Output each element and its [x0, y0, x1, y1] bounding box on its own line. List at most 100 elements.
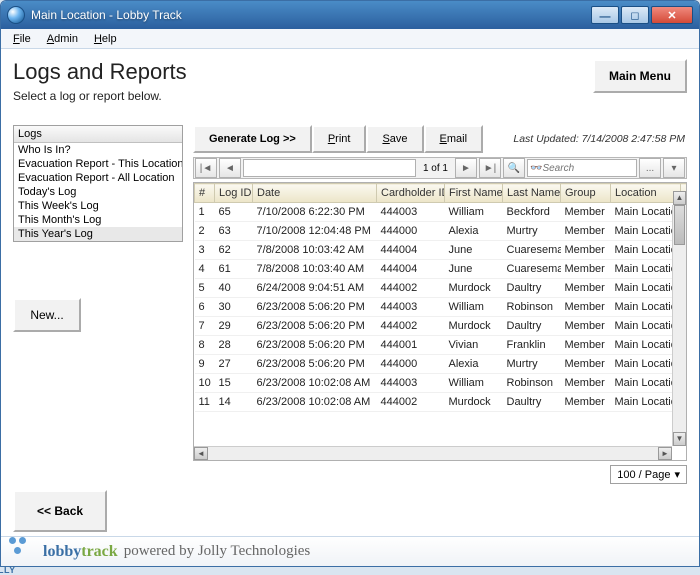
- print-button[interactable]: Print: [312, 125, 367, 153]
- table-cell: Main Location: [611, 203, 681, 222]
- window-title: Main Location - Lobby Track: [31, 8, 591, 22]
- table-row[interactable]: 1657/10/2008 6:22:30 PM444003WilliamBeck…: [195, 203, 688, 222]
- table-cell: 3: [195, 241, 215, 260]
- table-cell: 8: [195, 336, 215, 355]
- table-cell: 65: [215, 203, 253, 222]
- prev-page-button[interactable]: ◄: [219, 158, 241, 178]
- action-toolbar: Generate Log >> Print Save Email Last Up…: [193, 125, 687, 153]
- table-row[interactable]: 7296/23/2008 5:06:20 PM444002MurdockDaul…: [195, 317, 688, 336]
- content-area: Logs and Reports Select a log or report …: [1, 49, 699, 536]
- sidebar-item[interactable]: Evacuation Report - All Location: [14, 171, 182, 185]
- scroll-up-arrow[interactable]: ▲: [673, 191, 686, 205]
- table-cell: Member: [561, 374, 611, 393]
- table-row[interactable]: 2637/10/2008 12:04:48 PM444000AlexiaMurt…: [195, 222, 688, 241]
- table-cell: Main Location: [611, 279, 681, 298]
- search-options-button[interactable]: ...: [639, 158, 661, 178]
- nav-slider[interactable]: [243, 159, 416, 177]
- table-cell: 6/23/2008 5:06:20 PM: [253, 317, 377, 336]
- sidebar-item[interactable]: Evacuation Report - This Location: [14, 157, 182, 171]
- menu-help[interactable]: Help: [86, 31, 125, 47]
- table-cell: Murtry: [503, 355, 561, 374]
- scroll-thumb[interactable]: [674, 205, 685, 245]
- horizontal-scrollbar[interactable]: ◄ ►: [194, 446, 672, 460]
- table-cell: 7: [195, 317, 215, 336]
- table-row[interactable]: 5406/24/2008 9:04:51 AM444002MurdockDaul…: [195, 279, 688, 298]
- table-cell: June: [445, 260, 503, 279]
- scroll-right-arrow[interactable]: ►: [658, 447, 672, 460]
- find-icon[interactable]: 🔍: [503, 158, 525, 178]
- maximize-button[interactable]: [621, 6, 649, 24]
- table-row[interactable]: 4617/8/2008 10:03:40 AM444004JuneCuarese…: [195, 260, 688, 279]
- table-row[interactable]: 6306/23/2008 5:06:20 PM444003WilliamRobi…: [195, 298, 688, 317]
- table-cell: Murdock: [445, 317, 503, 336]
- table-cell: Member: [561, 336, 611, 355]
- results-grid: #Log IDDateCardholder IDFirst NameLast N…: [193, 182, 687, 461]
- search-input[interactable]: [542, 163, 622, 174]
- table-cell: 63: [215, 222, 253, 241]
- new-button[interactable]: New...: [13, 298, 81, 332]
- email-button[interactable]: Email: [424, 125, 484, 153]
- main-panel: Generate Log >> Print Save Email Last Up…: [193, 125, 687, 484]
- page-size-label: 100 / Page: [617, 469, 670, 481]
- sidebar-item[interactable]: Who Is In?: [14, 143, 182, 157]
- footer: JOLLY lobbytrack powered by Jolly Techno…: [1, 536, 699, 566]
- column-header[interactable]: Last Name: [503, 184, 561, 203]
- sidebar-item[interactable]: This Week's Log: [14, 199, 182, 213]
- table-cell: 40: [215, 279, 253, 298]
- minimize-button[interactable]: [591, 6, 619, 24]
- table-row[interactable]: 9276/23/2008 5:06:20 PM444000AlexiaMurtr…: [195, 355, 688, 374]
- table-cell: 1: [195, 203, 215, 222]
- menu-file[interactable]: File: [5, 31, 39, 47]
- save-button[interactable]: Save: [366, 125, 423, 153]
- sidebar-item[interactable]: Today's Log: [14, 185, 182, 199]
- table-row[interactable]: 3627/8/2008 10:03:42 AM444004JuneCuarese…: [195, 241, 688, 260]
- powered-by: powered by Jolly Technologies: [124, 543, 311, 560]
- page-size-selector[interactable]: 100 / Page ▾: [610, 465, 687, 484]
- table-cell: 6: [195, 298, 215, 317]
- table-cell: Main Location: [611, 393, 681, 412]
- column-header[interactable]: Location: [611, 184, 681, 203]
- dropdown-button[interactable]: ▾: [663, 158, 685, 178]
- table-cell: 4: [195, 260, 215, 279]
- menubar: File Admin Help: [1, 29, 699, 49]
- table-cell: William: [445, 298, 503, 317]
- column-header[interactable]: Cardholder ID: [377, 184, 445, 203]
- generate-log-button[interactable]: Generate Log >>: [193, 125, 312, 153]
- table-cell: 7/10/2008 6:22:30 PM: [253, 203, 377, 222]
- column-header[interactable]: Log ID: [215, 184, 253, 203]
- table-cell: 27: [215, 355, 253, 374]
- table-cell: 6/23/2008 5:06:20 PM: [253, 298, 377, 317]
- table-cell: Main Location: [611, 222, 681, 241]
- jolly-text: JOLLY: [0, 565, 13, 575]
- table-cell: 444004: [377, 260, 445, 279]
- last-page-button[interactable]: ►|: [479, 158, 501, 178]
- main-menu-button[interactable]: Main Menu: [593, 59, 687, 93]
- back-button[interactable]: << Back: [13, 490, 107, 532]
- table-cell: Main Location: [611, 317, 681, 336]
- scroll-left-arrow[interactable]: ◄: [194, 447, 208, 460]
- search-box[interactable]: 👓: [527, 159, 637, 177]
- vertical-scrollbar[interactable]: ▲ ▼: [672, 205, 686, 446]
- titlebar[interactable]: Main Location - Lobby Track: [1, 1, 699, 29]
- table-row[interactable]: 11146/23/2008 10:02:08 AM444002MurdockDa…: [195, 393, 688, 412]
- table-row[interactable]: 8286/23/2008 5:06:20 PM444001VivianFrank…: [195, 336, 688, 355]
- column-header[interactable]: Group: [561, 184, 611, 203]
- app-window: Main Location - Lobby Track File Admin H…: [0, 0, 700, 567]
- column-header[interactable]: Date: [253, 184, 377, 203]
- table-cell: 7/8/2008 10:03:40 AM: [253, 260, 377, 279]
- first-page-button[interactable]: |◄: [195, 158, 217, 178]
- close-button[interactable]: [651, 6, 693, 24]
- sidebar-item[interactable]: This Month's Log: [14, 213, 182, 227]
- column-header[interactable]: #: [195, 184, 215, 203]
- menu-admin[interactable]: Admin: [39, 31, 86, 47]
- column-header[interactable]: First Name: [445, 184, 503, 203]
- scroll-down-arrow[interactable]: ▼: [673, 432, 686, 446]
- table-cell: 30: [215, 298, 253, 317]
- table-row[interactable]: 10156/23/2008 10:02:08 AM444003WilliamRo…: [195, 374, 688, 393]
- next-page-button[interactable]: ►: [455, 158, 477, 178]
- sidebar-item[interactable]: This Year's Log: [14, 227, 182, 241]
- table-cell: Alexia: [445, 355, 503, 374]
- table-cell: 2: [195, 222, 215, 241]
- table-cell: 14: [215, 393, 253, 412]
- table-cell: Main Location: [611, 241, 681, 260]
